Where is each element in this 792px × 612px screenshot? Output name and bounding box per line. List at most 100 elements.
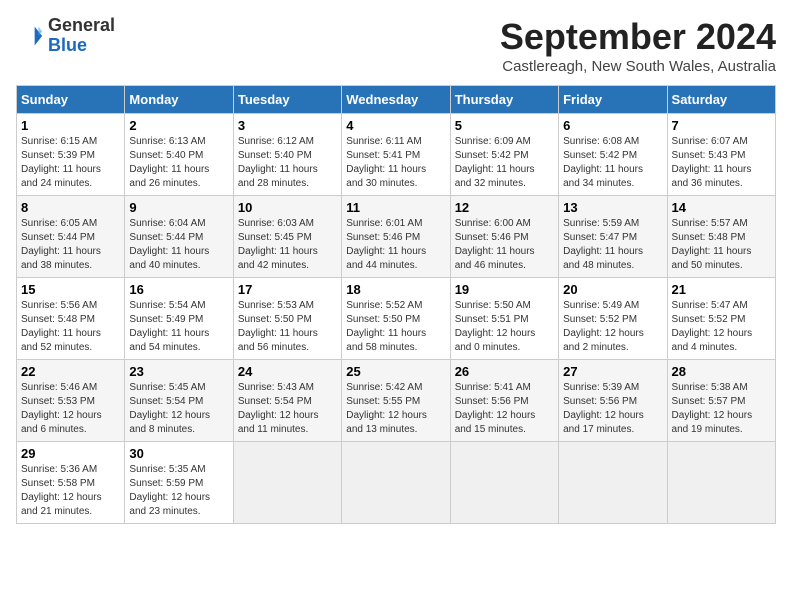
- day-number: 30: [129, 446, 228, 461]
- header-sunday: Sunday: [17, 86, 125, 114]
- day-number: 14: [672, 200, 771, 215]
- week-row-2: 8 Sunrise: 6:05 AM Sunset: 5:44 PM Daylig…: [17, 196, 776, 278]
- logo-icon: [16, 22, 44, 50]
- calendar-cell: [667, 442, 775, 524]
- day-info: Sunrise: 6:12 AM Sunset: 5:40 PM Dayligh…: [238, 135, 337, 191]
- day-info: Sunrise: 6:15 AM Sunset: 5:39 PM Dayligh…: [21, 135, 120, 191]
- day-number: 10: [238, 200, 337, 215]
- day-info: Sunrise: 5:49 AM Sunset: 5:52 PM Dayligh…: [563, 299, 662, 355]
- calendar-cell: 9 Sunrise: 6:04 AM Sunset: 5:44 PM Daylig…: [125, 196, 233, 278]
- day-number: 3: [238, 118, 337, 133]
- day-info: Sunrise: 6:09 AM Sunset: 5:42 PM Dayligh…: [455, 135, 554, 191]
- day-info: Sunrise: 5:47 AM Sunset: 5:52 PM Dayligh…: [672, 299, 771, 355]
- calendar-cell: 27 Sunrise: 5:39 AM Sunset: 5:56 PM Dayli…: [559, 360, 667, 442]
- calendar-cell: [233, 442, 341, 524]
- week-row-3: 15 Sunrise: 5:56 AM Sunset: 5:48 PM Dayli…: [17, 278, 776, 360]
- day-info: Sunrise: 6:13 AM Sunset: 5:40 PM Dayligh…: [129, 135, 228, 191]
- header-thursday: Thursday: [450, 86, 558, 114]
- week-row-1: 1 Sunrise: 6:15 AM Sunset: 5:39 PM Daylig…: [17, 114, 776, 196]
- day-info: Sunrise: 5:43 AM Sunset: 5:54 PM Dayligh…: [238, 381, 337, 437]
- day-info: Sunrise: 6:07 AM Sunset: 5:43 PM Dayligh…: [672, 135, 771, 191]
- day-info: Sunrise: 6:03 AM Sunset: 5:45 PM Dayligh…: [238, 217, 337, 273]
- day-number: 16: [129, 282, 228, 297]
- calendar-cell: 25 Sunrise: 5:42 AM Sunset: 5:55 PM Dayli…: [342, 360, 450, 442]
- day-info: Sunrise: 5:53 AM Sunset: 5:50 PM Dayligh…: [238, 299, 337, 355]
- header-wednesday: Wednesday: [342, 86, 450, 114]
- day-number: 25: [346, 364, 445, 379]
- week-row-5: 29 Sunrise: 5:36 AM Sunset: 5:58 PM Dayli…: [17, 442, 776, 524]
- calendar-table: SundayMondayTuesdayWednesdayThursdayFrid…: [16, 85, 776, 524]
- day-info: Sunrise: 5:59 AM Sunset: 5:47 PM Dayligh…: [563, 217, 662, 273]
- day-number: 27: [563, 364, 662, 379]
- calendar-cell: 29 Sunrise: 5:36 AM Sunset: 5:58 PM Dayli…: [17, 442, 125, 524]
- days-header-row: SundayMondayTuesdayWednesdayThursdayFrid…: [17, 86, 776, 114]
- day-info: Sunrise: 6:00 AM Sunset: 5:46 PM Dayligh…: [455, 217, 554, 273]
- calendar-cell: 4Sunrise: 6:11 AM Sunset: 5:41 PM Daylig…: [342, 114, 450, 196]
- calendar-cell: [450, 442, 558, 524]
- day-info: Sunrise: 5:56 AM Sunset: 5:48 PM Dayligh…: [21, 299, 120, 355]
- day-info: Sunrise: 6:08 AM Sunset: 5:42 PM Dayligh…: [563, 135, 662, 191]
- day-number: 15: [21, 282, 120, 297]
- header: General Blue September 2024 Castlereagh,…: [16, 16, 776, 75]
- day-number: 17: [238, 282, 337, 297]
- day-number: 20: [563, 282, 662, 297]
- day-info: Sunrise: 5:41 AM Sunset: 5:56 PM Dayligh…: [455, 381, 554, 437]
- day-number: 29: [21, 446, 120, 461]
- day-number: 9: [129, 200, 228, 215]
- day-number: 19: [455, 282, 554, 297]
- day-info: Sunrise: 5:36 AM Sunset: 5:58 PM Dayligh…: [21, 463, 120, 519]
- calendar-cell: 23Sunrise: 5:45 AM Sunset: 5:54 PM Dayli…: [125, 360, 233, 442]
- calendar-cell: 24 Sunrise: 5:43 AM Sunset: 5:54 PM Dayli…: [233, 360, 341, 442]
- calendar-cell: 17 Sunrise: 5:53 AM Sunset: 5:50 PM Dayli…: [233, 278, 341, 360]
- calendar-cell: 19 Sunrise: 5:50 AM Sunset: 5:51 PM Dayli…: [450, 278, 558, 360]
- day-info: Sunrise: 5:57 AM Sunset: 5:48 PM Dayligh…: [672, 217, 771, 273]
- calendar-cell: 1 Sunrise: 6:15 AM Sunset: 5:39 PM Daylig…: [17, 114, 125, 196]
- calendar-cell: 8 Sunrise: 6:05 AM Sunset: 5:44 PM Daylig…: [17, 196, 125, 278]
- calendar-cell: 18Sunrise: 5:52 AM Sunset: 5:50 PM Dayli…: [342, 278, 450, 360]
- day-number: 8: [21, 200, 120, 215]
- day-number: 12: [455, 200, 554, 215]
- calendar-cell: 2Sunrise: 6:13 AM Sunset: 5:40 PM Daylig…: [125, 114, 233, 196]
- calendar-cell: 11 Sunrise: 6:01 AM Sunset: 5:46 PM Dayli…: [342, 196, 450, 278]
- calendar-cell: 22Sunrise: 5:46 AM Sunset: 5:53 PM Dayli…: [17, 360, 125, 442]
- calendar-cell: 14 Sunrise: 5:57 AM Sunset: 5:48 PM Dayli…: [667, 196, 775, 278]
- calendar-cell: 3 Sunrise: 6:12 AM Sunset: 5:40 PM Daylig…: [233, 114, 341, 196]
- day-info: Sunrise: 5:46 AM Sunset: 5:53 PM Dayligh…: [21, 381, 120, 437]
- calendar-cell: 7 Sunrise: 6:07 AM Sunset: 5:43 PM Daylig…: [667, 114, 775, 196]
- logo: General Blue: [16, 16, 115, 56]
- calendar-cell: 28Sunrise: 5:38 AM Sunset: 5:57 PM Dayli…: [667, 360, 775, 442]
- header-monday: Monday: [125, 86, 233, 114]
- calendar-cell: 13 Sunrise: 5:59 AM Sunset: 5:47 PM Dayli…: [559, 196, 667, 278]
- calendar-cell: 12 Sunrise: 6:00 AM Sunset: 5:46 PM Dayli…: [450, 196, 558, 278]
- day-info: Sunrise: 5:39 AM Sunset: 5:56 PM Dayligh…: [563, 381, 662, 437]
- day-info: Sunrise: 5:42 AM Sunset: 5:55 PM Dayligh…: [346, 381, 445, 437]
- day-number: 1: [21, 118, 120, 133]
- calendar-cell: [559, 442, 667, 524]
- day-info: Sunrise: 6:01 AM Sunset: 5:46 PM Dayligh…: [346, 217, 445, 273]
- day-number: 13: [563, 200, 662, 215]
- calendar-cell: 26Sunrise: 5:41 AM Sunset: 5:56 PM Dayli…: [450, 360, 558, 442]
- header-friday: Friday: [559, 86, 667, 114]
- calendar-cell: 6Sunrise: 6:08 AM Sunset: 5:42 PM Daylig…: [559, 114, 667, 196]
- logo-general-text: General: [48, 15, 115, 35]
- day-number: 4: [346, 118, 445, 133]
- day-number: 11: [346, 200, 445, 215]
- month-title: September 2024: [500, 16, 776, 58]
- day-info: Sunrise: 5:35 AM Sunset: 5:59 PM Dayligh…: [129, 463, 228, 519]
- day-info: Sunrise: 5:50 AM Sunset: 5:51 PM Dayligh…: [455, 299, 554, 355]
- calendar-cell: 16 Sunrise: 5:54 AM Sunset: 5:49 PM Dayli…: [125, 278, 233, 360]
- subtitle: Castlereagh, New South Wales, Australia: [500, 58, 776, 75]
- day-info: Sunrise: 5:54 AM Sunset: 5:49 PM Dayligh…: [129, 299, 228, 355]
- logo-blue-text: Blue: [48, 35, 87, 55]
- header-tuesday: Tuesday: [233, 86, 341, 114]
- calendar-cell: 21 Sunrise: 5:47 AM Sunset: 5:52 PM Dayli…: [667, 278, 775, 360]
- day-number: 21: [672, 282, 771, 297]
- day-info: Sunrise: 6:04 AM Sunset: 5:44 PM Dayligh…: [129, 217, 228, 273]
- day-info: Sunrise: 6:05 AM Sunset: 5:44 PM Dayligh…: [21, 217, 120, 273]
- day-number: 28: [672, 364, 771, 379]
- calendar-cell: 15 Sunrise: 5:56 AM Sunset: 5:48 PM Dayli…: [17, 278, 125, 360]
- calendar-cell: 20 Sunrise: 5:49 AM Sunset: 5:52 PM Dayli…: [559, 278, 667, 360]
- day-info: Sunrise: 5:52 AM Sunset: 5:50 PM Dayligh…: [346, 299, 445, 355]
- day-number: 24: [238, 364, 337, 379]
- day-number: 7: [672, 118, 771, 133]
